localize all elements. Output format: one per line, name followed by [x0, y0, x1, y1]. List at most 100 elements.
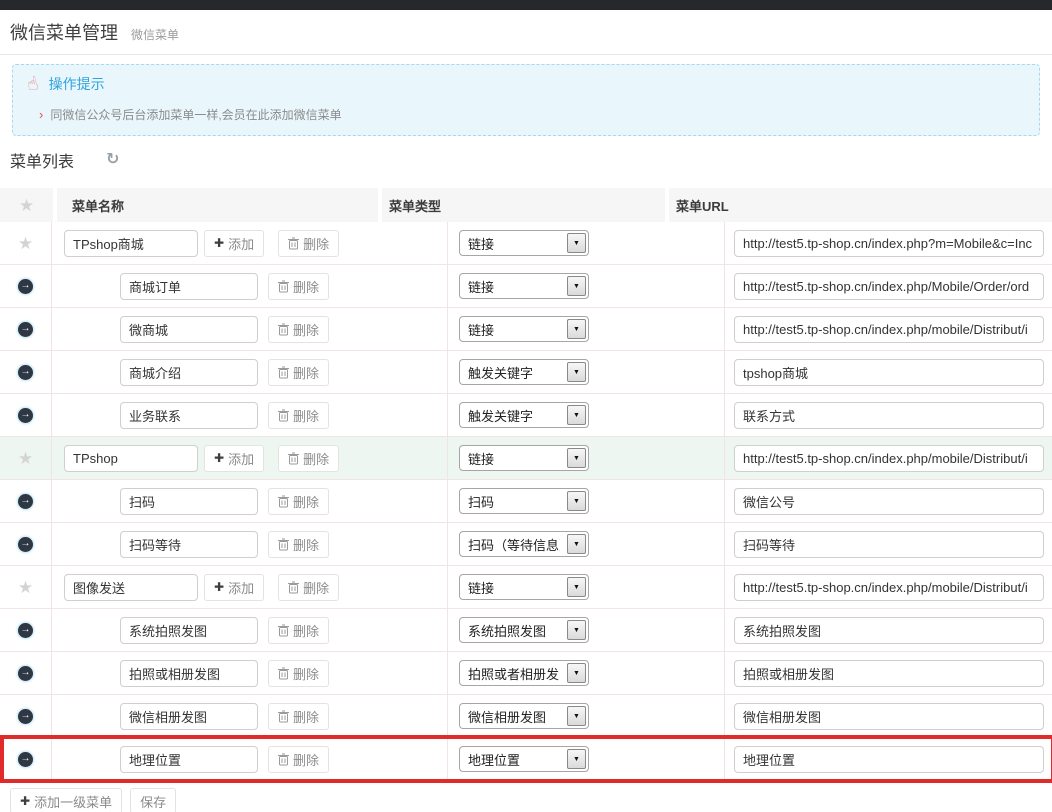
add-submenu-button[interactable]: ✚ 添加: [204, 574, 264, 601]
dropdown-arrow-icon[interactable]: ▼: [567, 491, 586, 511]
row-url-cell: [725, 523, 1052, 565]
menu-type-select[interactable]: 扫码 ▼: [459, 488, 589, 514]
menu-url-input[interactable]: [734, 488, 1044, 515]
row-name-cell: ✚ 添加 删除: [52, 609, 448, 651]
delete-button[interactable]: 删除: [268, 402, 329, 429]
dropdown-arrow-icon[interactable]: ▼: [567, 620, 586, 640]
menu-name-input[interactable]: [120, 660, 258, 687]
menu-url-input[interactable]: [734, 703, 1044, 730]
add-label: 添加: [228, 578, 254, 597]
delete-button[interactable]: 删除: [278, 230, 339, 257]
menu-type-select[interactable]: 链接 ▼: [459, 316, 589, 342]
add-top-menu-button[interactable]: ✚ 添加一级菜单: [10, 788, 122, 812]
menu-name-input[interactable]: [64, 574, 198, 601]
menu-url-input[interactable]: [734, 574, 1044, 601]
delete-button[interactable]: 删除: [268, 273, 329, 300]
table-row: ★ → ✚ 添加 删除 扫码 ▼: [0, 480, 1052, 523]
menu-name-input[interactable]: [120, 617, 258, 644]
menu-type-select[interactable]: 扫码（等待信息） ▼: [459, 531, 589, 557]
add-submenu-button[interactable]: ✚ 添加: [204, 445, 264, 472]
dropdown-arrow-icon[interactable]: ▼: [567, 706, 586, 726]
table-row: ★ → ✚ 添加 删除 地理位置 ▼: [0, 738, 1052, 781]
menu-type-select[interactable]: 拍照或者相册发图 ▼: [459, 660, 589, 686]
menu-type-select[interactable]: 触发关键字 ▼: [459, 359, 589, 385]
menu-url-input[interactable]: [734, 359, 1044, 386]
dropdown-arrow-icon[interactable]: ▼: [567, 276, 586, 296]
delete-button[interactable]: 删除: [268, 316, 329, 343]
delete-button[interactable]: 删除: [278, 574, 339, 601]
delete-label: 删除: [303, 449, 329, 468]
menu-type-select[interactable]: 链接 ▼: [459, 273, 589, 299]
row-icon-cell: ★ →: [0, 222, 52, 264]
hand-pointer-icon: ☝: [25, 74, 40, 95]
dropdown-arrow-icon[interactable]: ▼: [567, 577, 586, 597]
dropdown-arrow-icon[interactable]: ▼: [567, 319, 586, 339]
menu-url-input[interactable]: [734, 316, 1044, 343]
menu-name-input[interactable]: [120, 746, 258, 773]
menu-type-select[interactable]: 微信相册发图 ▼: [459, 703, 589, 729]
menu-url-input[interactable]: [734, 445, 1044, 472]
menu-name-input[interactable]: [64, 230, 198, 257]
page-subtitle: 微信菜单: [131, 26, 179, 43]
delete-button[interactable]: 删除: [268, 746, 329, 773]
menu-url-input[interactable]: [734, 746, 1044, 773]
menu-type-select[interactable]: 地理位置 ▼: [459, 746, 589, 772]
dropdown-arrow-icon[interactable]: ▼: [567, 534, 586, 554]
delete-button[interactable]: 删除: [268, 359, 329, 386]
delete-label: 删除: [293, 535, 319, 554]
menu-name-input[interactable]: [120, 703, 258, 730]
trash-icon: [278, 409, 289, 422]
menu-type-select[interactable]: 系统拍照发图 ▼: [459, 617, 589, 643]
trash-icon: [288, 452, 299, 465]
delete-button[interactable]: 删除: [278, 445, 339, 472]
menu-name-input[interactable]: [120, 273, 258, 300]
dropdown-arrow-icon[interactable]: ▼: [567, 233, 586, 253]
plus-icon: ✚: [214, 237, 224, 249]
save-button[interactable]: 保存: [130, 788, 176, 812]
star-icon: ★: [18, 235, 33, 252]
table-row: ★ → ✚ 添加 删除 拍照或者相册发图 ▼: [0, 652, 1052, 695]
menu-name-input[interactable]: [120, 531, 258, 558]
menu-url-input[interactable]: [734, 617, 1044, 644]
menu-name-input[interactable]: [120, 402, 258, 429]
dropdown-arrow-icon[interactable]: ▼: [567, 362, 586, 382]
menu-type-select[interactable]: 链接 ▼: [459, 230, 589, 256]
menu-type-select[interactable]: 触发关键字 ▼: [459, 402, 589, 428]
footer-actions: ✚ 添加一级菜单 保存: [10, 788, 1052, 812]
menu-name-input[interactable]: [120, 488, 258, 515]
dropdown-arrow-icon[interactable]: ▼: [567, 448, 586, 468]
add-submenu-button[interactable]: ✚ 添加: [204, 230, 264, 257]
menu-name-input[interactable]: [64, 445, 198, 472]
row-type-cell: 扫码 ▼: [448, 480, 725, 522]
menu-url-input[interactable]: [734, 402, 1044, 429]
arrow-right-circle-icon: →: [18, 623, 33, 638]
delete-button[interactable]: 删除: [268, 660, 329, 687]
delete-button[interactable]: 删除: [268, 488, 329, 515]
row-type-cell: 链接 ▼: [448, 437, 725, 479]
row-icon-cell: ★ →: [0, 351, 52, 393]
dropdown-arrow-icon[interactable]: ▼: [567, 663, 586, 683]
dropdown-arrow-icon[interactable]: ▼: [567, 749, 586, 769]
delete-button[interactable]: 删除: [268, 703, 329, 730]
menu-name-input[interactable]: [120, 316, 258, 343]
menu-type-select[interactable]: 链接 ▼: [459, 445, 589, 471]
menu-url-input[interactable]: [734, 230, 1044, 257]
arrow-right-circle-icon: →: [18, 537, 33, 552]
dropdown-arrow-icon[interactable]: ▼: [567, 405, 586, 425]
page-title: 微信菜单管理: [10, 19, 118, 45]
menu-url-input[interactable]: [734, 660, 1044, 687]
operation-tip-box: ☝ 操作提示 › 同微信公众号后台添加菜单一样,会员在此添加微信菜单: [12, 64, 1040, 136]
delete-button[interactable]: 删除: [268, 531, 329, 558]
menu-type-select[interactable]: 链接 ▼: [459, 574, 589, 600]
delete-button[interactable]: 删除: [268, 617, 329, 644]
plus-icon: ✚: [20, 795, 30, 807]
menu-name-input[interactable]: [120, 359, 258, 386]
menu-url-input[interactable]: [734, 531, 1044, 558]
refresh-icon[interactable]: ↻: [106, 152, 119, 168]
top-dark-bar: [0, 0, 1052, 10]
row-type-cell: 扫码（等待信息） ▼: [448, 523, 725, 565]
selected-type-label: 链接: [460, 578, 494, 597]
menu-url-input[interactable]: [734, 273, 1044, 300]
row-type-cell: 链接 ▼: [448, 265, 725, 307]
header-menu-type: 菜单类型: [382, 188, 669, 222]
